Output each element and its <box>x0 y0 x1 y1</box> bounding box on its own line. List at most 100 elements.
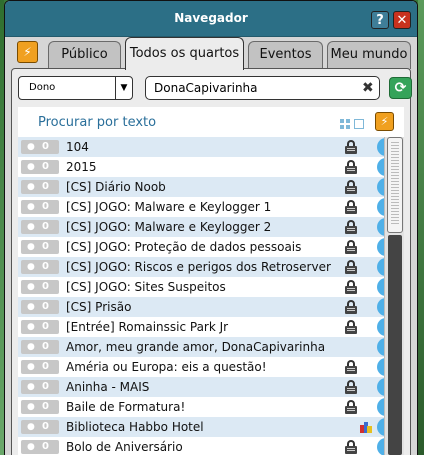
tab-bar: ⚡ Público Todos os quartos Eventos Meu m… <box>5 37 417 70</box>
person-icon: ● <box>27 222 35 232</box>
search-input[interactable] <box>145 76 380 100</box>
lock-icon <box>345 160 357 174</box>
navigator-window: Navegador ? ✕ ⚡ Público Todos os quartos… <box>4 0 418 455</box>
room-name: 2015 <box>66 160 97 174</box>
room-row[interactable]: ●0Améria ou Europa: eis a questão!i <box>18 357 395 377</box>
person-icon: ● <box>27 402 35 412</box>
scrollbar-track[interactable] <box>388 235 402 455</box>
user-count: 0 <box>42 401 49 412</box>
lock-icon <box>345 200 357 214</box>
tab-eventos[interactable]: Eventos <box>248 41 323 69</box>
room-rows: ●0104i●02015i●0[CS] Diário Noobi●0[CS] J… <box>18 137 395 455</box>
user-count-badge: ● 0 <box>21 360 59 374</box>
list-view-icon[interactable] <box>354 119 364 129</box>
person-icon: ● <box>27 422 35 432</box>
room-row[interactable]: ●02015i <box>18 157 395 177</box>
person-icon: ● <box>27 342 35 352</box>
chevron-down-icon[interactable]: ▼ <box>115 77 132 99</box>
user-count-badge: ● 0 <box>21 220 59 234</box>
lock-icon <box>345 440 357 454</box>
bolt-icon[interactable]: ⚡ <box>17 41 38 63</box>
user-count: 0 <box>42 341 49 352</box>
user-count: 0 <box>42 441 49 452</box>
room-row[interactable]: ●0104i <box>18 137 395 157</box>
room-name: [CS] Prisão <box>66 300 132 314</box>
room-row[interactable]: ●0[CS] JOGO: Proteção de dados pessoaisi <box>18 237 395 257</box>
filter-dropdown[interactable]: Dono ▼ <box>18 76 133 100</box>
room-name: Bolo de Aniversário <box>66 440 183 454</box>
room-name: [CS] JOGO: Sites Suspeitos <box>66 280 226 294</box>
user-count: 0 <box>42 321 49 332</box>
person-icon: ● <box>27 242 35 252</box>
person-icon: ● <box>27 442 35 452</box>
lock-icon <box>345 360 357 374</box>
room-row[interactable]: ● 0 Amor, meu grande amor, DonaCapivarinha… <box>18 337 395 357</box>
user-count: 0 <box>42 361 49 372</box>
room-row[interactable]: ●0[CS] JOGO: Malware e Keylogger 2i <box>18 217 395 237</box>
party-icon <box>360 421 372 433</box>
room-name: [CS] Diário Noob <box>66 180 166 194</box>
room-name: Améria ou Europa: eis a questão! <box>66 360 267 374</box>
room-row[interactable]: ● 0 [CS] JOGO: Riscos e perigos dos Retros… <box>18 257 395 277</box>
person-icon: ● <box>27 182 35 192</box>
user-count-badge: ● 0 <box>21 340 59 354</box>
user-count-badge: ● 0 <box>21 440 59 454</box>
room-row[interactable]: ●0[Entrée] Romainssic Park Jri <box>18 317 395 337</box>
room-name: [CS] JOGO: Riscos e perigos dos Retroser… <box>66 260 331 274</box>
user-count-badge: ● 0 <box>21 200 59 214</box>
room-name: [CS] JOGO: Malware e Keylogger 2 <box>66 220 272 234</box>
user-count: 0 <box>42 381 49 392</box>
room-name: [Entrée] Romainssic Park Jr <box>66 320 229 334</box>
tab-meu-mundo[interactable]: Meu mundo <box>327 41 411 69</box>
room-row[interactable]: ●0Aninha - MAISi <box>18 377 395 397</box>
user-count-badge: ● 0 <box>21 260 59 274</box>
user-count-badge: ● 0 <box>21 380 59 394</box>
person-icon: ● <box>27 262 35 272</box>
title-bar[interactable]: Navegador ? ✕ <box>5 1 417 37</box>
lock-icon <box>345 180 357 194</box>
room-row[interactable]: ●0[CS] Diário Noobi <box>18 177 395 197</box>
user-count-badge: ● 0 <box>21 400 59 414</box>
bolt-icon[interactable]: ⚡ <box>375 112 394 131</box>
room-row[interactable]: ●0Baile de Formatura!i <box>18 397 395 417</box>
person-icon: ● <box>27 202 35 212</box>
tab-publico[interactable]: Público <box>48 41 121 69</box>
room-row[interactable]: ●0[CS] JOGO: Sites Suspeitosi <box>18 277 395 297</box>
user-count-badge: ● 0 <box>21 320 59 334</box>
section-title: Procurar por texto <box>38 115 157 130</box>
room-name: Aninha - MAIS <box>66 380 150 394</box>
filter-selected-value: Dono <box>29 82 56 93</box>
user-count-badge: ● 0 <box>21 180 59 194</box>
user-count-badge: ● 0 <box>21 160 59 174</box>
room-name: Biblioteca Habbo Hotel <box>66 420 204 434</box>
close-button[interactable]: ✕ <box>393 11 411 29</box>
help-button[interactable]: ? <box>371 11 389 29</box>
user-count: 0 <box>42 141 49 152</box>
scrollbar[interactable] <box>384 137 404 455</box>
room-row[interactable]: ●0Biblioteca Habbo Hoteli <box>18 417 395 437</box>
tab-todos-os-quartos[interactable]: Todos os quartos <box>125 37 244 70</box>
person-icon: ● <box>27 142 35 152</box>
user-count-badge: ● 0 <box>21 280 59 294</box>
refresh-button[interactable]: ⟳ <box>389 77 412 99</box>
user-count: 0 <box>42 201 49 212</box>
person-icon: ● <box>27 282 35 292</box>
person-icon: ● <box>27 162 35 172</box>
user-count: 0 <box>42 161 49 172</box>
room-row[interactable]: ●0Bolo de Aniversárioi <box>18 437 395 455</box>
room-row[interactable]: ●0[CS] JOGO: Malware e Keylogger 1i <box>18 197 395 217</box>
user-count-badge: ● 0 <box>21 420 59 434</box>
lock-icon <box>345 260 357 274</box>
room-list: Procurar por texto ⚡ ●0104i●02015i●0[CS]… <box>18 107 404 455</box>
scrollbar-thumb[interactable] <box>387 137 403 233</box>
user-count: 0 <box>42 261 49 272</box>
lock-icon <box>345 140 357 154</box>
user-count: 0 <box>42 421 49 432</box>
content-panel: Dono ▼ ✖ ⟳ Procurar por texto ⚡ ●0104i●0… <box>11 68 412 455</box>
room-name: 104 <box>66 140 89 154</box>
grid-view-icon[interactable] <box>340 119 350 129</box>
clear-search-icon[interactable]: ✖ <box>362 80 374 96</box>
room-row[interactable]: ●0[CS] Prisãoi <box>18 297 395 317</box>
person-icon: ● <box>27 322 35 332</box>
user-count-badge: ● 0 <box>21 300 59 314</box>
